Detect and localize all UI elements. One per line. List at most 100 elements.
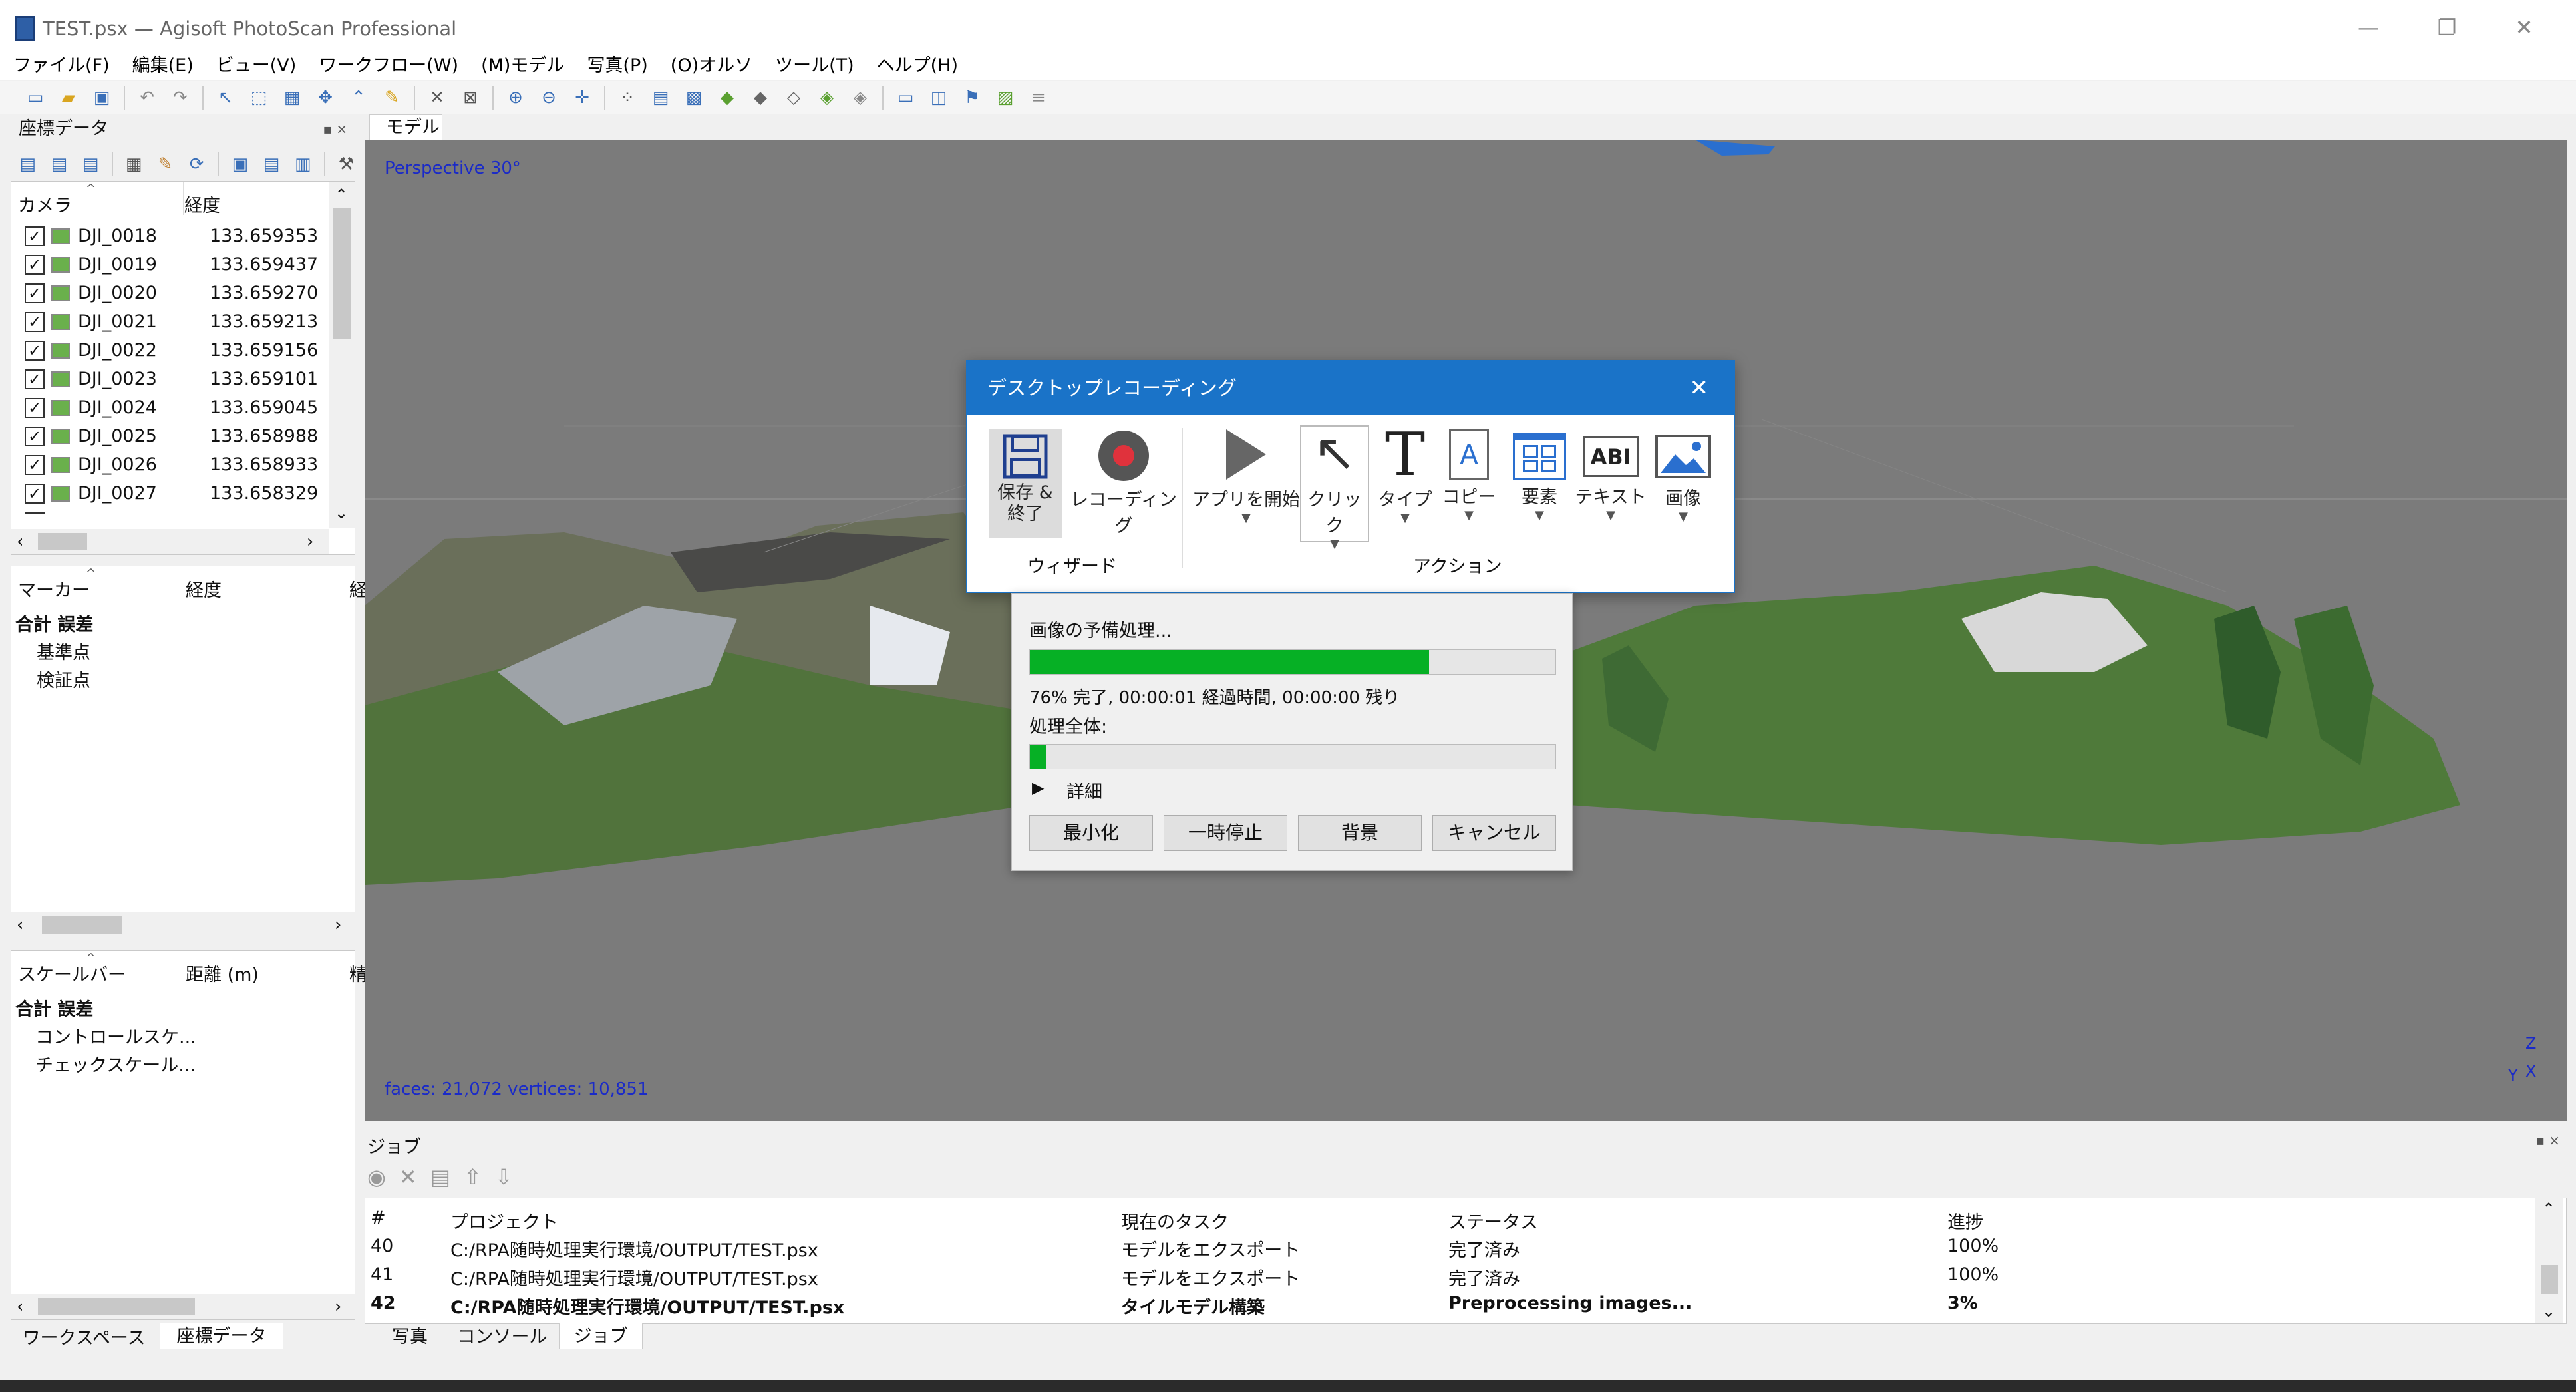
scalebar-group-control[interactable]: コントロールスケ...: [35, 1023, 196, 1049]
marker-group-check[interactable]: 検証点: [37, 666, 90, 692]
undo-icon[interactable]: ↶: [136, 87, 158, 109]
draw-icon[interactable]: ⌃: [347, 87, 370, 109]
markers-flag-icon[interactable]: ⚑: [961, 87, 983, 109]
action-start-app-button[interactable]: アプリを開始 ▼: [1190, 429, 1303, 525]
list-item[interactable]: ✓ DJI_0025 133.658988: [11, 422, 318, 450]
panel-float-close-icon[interactable]: ▪ ×: [2535, 1132, 2560, 1148]
menu-ortho[interactable]: (O)オルソ: [657, 52, 762, 80]
camera-hscrollbar[interactable]: ‹ ›: [11, 529, 329, 554]
view-estimated-icon[interactable]: ▤: [261, 153, 281, 176]
shaded-icon[interactable]: ◆: [716, 87, 738, 109]
scalebar-hscrollbar[interactable]: ‹ ›: [11, 1294, 355, 1319]
camera-vscrollbar[interactable]: ⌃ ⌄: [329, 182, 355, 528]
menu-photo[interactable]: 写真(P): [573, 52, 657, 80]
list-item[interactable]: ✓ DJI_0023 133.659101: [11, 365, 318, 393]
select-icon[interactable]: ↖: [214, 87, 237, 109]
menu-help[interactable]: ヘルプ(H): [864, 52, 967, 80]
list-item[interactable]: ✓ DJI_0021 133.659213: [11, 307, 318, 336]
camera-checkbox[interactable]: ✓: [25, 340, 45, 361]
camera-checkbox[interactable]: ✓: [25, 454, 45, 475]
mesh-icon[interactable]: ▩: [683, 87, 705, 109]
scroll-up-icon[interactable]: ⌃: [2542, 1200, 2555, 1218]
action-copy-button[interactable]: A コピー ▼: [1436, 429, 1502, 522]
zoom-in-icon[interactable]: ⊕: [504, 87, 527, 109]
list-item[interactable]: ✓ DJI_0028 133.658384: [11, 508, 318, 514]
list-item[interactable]: ✓ DJI_0026 133.658933: [11, 450, 318, 479]
minimize-button[interactable]: —: [2348, 15, 2388, 40]
settings-icon[interactable]: ⚒: [336, 153, 357, 176]
scroll-down-icon[interactable]: ⌄: [2542, 1302, 2555, 1321]
point-cloud-icon[interactable]: ⁘: [616, 87, 639, 109]
col-scalebar[interactable]: スケールバー: [18, 960, 126, 986]
grid-icon[interactable]: ≡: [1027, 87, 1050, 109]
pause-button[interactable]: 一時停止: [1164, 815, 1287, 851]
camera-checkbox[interactable]: ✓: [25, 226, 45, 246]
job-log-icon[interactable]: ▤: [430, 1164, 450, 1190]
camera-checkbox[interactable]: ✓: [25, 254, 45, 275]
wireframe-icon[interactable]: ◇: [782, 87, 805, 109]
camera-checkbox[interactable]: ✓: [25, 283, 45, 303]
menu-edit[interactable]: 編集(E): [119, 52, 203, 80]
dense-cloud-icon[interactable]: ▤: [649, 87, 672, 109]
menu-file[interactable]: ファイル(F): [0, 52, 119, 80]
textured-icon[interactable]: ◈: [816, 87, 838, 109]
tab-model[interactable]: モデル: [369, 114, 442, 141]
save-ref-icon[interactable]: ▤: [80, 153, 101, 176]
move-icon[interactable]: ✥: [314, 87, 337, 109]
update-icon[interactable]: ⟳: [186, 153, 207, 176]
action-text-button[interactable]: ABI テキスト ▼: [1574, 433, 1647, 522]
action-type-button[interactable]: T タイプ ▼: [1372, 425, 1438, 526]
scroll-thumb[interactable]: [2541, 1265, 2558, 1294]
move-up-icon[interactable]: ⇧: [464, 1164, 482, 1190]
action-image-button[interactable]: 画像 ▼: [1649, 433, 1718, 524]
col-marker-longitude[interactable]: 経度: [186, 576, 222, 602]
export-icon[interactable]: ▤: [49, 153, 69, 176]
cancel-button[interactable]: キャンセル: [1432, 815, 1556, 851]
scroll-thumb[interactable]: [333, 208, 351, 339]
tab-jobs[interactable]: ジョブ: [559, 1323, 643, 1349]
save-icon[interactable]: ▣: [90, 87, 113, 109]
crop-icon[interactable]: ⊠: [459, 87, 482, 109]
scalebar-group-check[interactable]: チェックスケール...: [35, 1051, 196, 1077]
panel-float-close-icon[interactable]: ▪ ×: [323, 114, 347, 144]
scroll-thumb[interactable]: [38, 1298, 195, 1315]
menu-tools[interactable]: ツール(T): [762, 52, 864, 80]
ruler-icon[interactable]: ✎: [381, 87, 403, 109]
list-item[interactable]: ✓ DJI_0019 133.659437: [11, 250, 318, 279]
shapes-icon[interactable]: ◫: [927, 87, 950, 109]
marker-hscrollbar[interactable]: ‹ ›: [11, 912, 355, 938]
camera-checkbox[interactable]: ✓: [25, 311, 45, 332]
background-button[interactable]: 背景: [1298, 815, 1422, 851]
cameras-icon[interactable]: ▭: [894, 87, 917, 109]
scroll-down-icon[interactable]: ⌄: [335, 504, 348, 522]
expand-triangle-icon[interactable]: ▶: [1032, 779, 1044, 797]
navigate-icon[interactable]: ✛: [571, 87, 593, 109]
menu-workflow[interactable]: ワークフロー(W): [305, 52, 468, 80]
import-icon[interactable]: ▤: [17, 153, 38, 176]
scroll-right-icon[interactable]: ›: [335, 1297, 341, 1317]
close-window-button[interactable]: ✕: [2504, 15, 2544, 40]
col-camera[interactable]: カメラ: [18, 191, 72, 217]
action-element-button[interactable]: 要素 ▼: [1505, 433, 1574, 522]
close-icon[interactable]: ✕: [1690, 361, 1709, 415]
jobs-vscrollbar[interactable]: ⌃ ⌄: [2535, 1198, 2563, 1323]
stop-icon[interactable]: ◉: [367, 1164, 386, 1190]
camera-checkbox[interactable]: ✓: [25, 512, 45, 514]
view-errors-icon[interactable]: ▥: [293, 153, 313, 176]
col-longitude[interactable]: 経度: [184, 191, 220, 217]
col-distance[interactable]: 距離 (m): [186, 960, 259, 986]
list-item[interactable]: ✓ DJI_0027 133.658329: [11, 479, 318, 508]
menu-view[interactable]: ビュー(V): [203, 52, 306, 80]
list-item[interactable]: ✓ DJI_0022 133.659156: [11, 336, 318, 365]
scroll-left-icon[interactable]: ‹: [17, 1297, 23, 1317]
camera-checkbox[interactable]: ✓: [25, 483, 45, 504]
scroll-left-icon[interactable]: ‹: [17, 915, 23, 935]
list-item[interactable]: ✓ DJI_0024 133.659045: [11, 393, 318, 422]
minimize-dialog-button[interactable]: 最小化: [1029, 815, 1153, 851]
solid-icon[interactable]: ◆: [749, 87, 772, 109]
calculator-icon[interactable]: ▦: [124, 153, 144, 176]
recording-button[interactable]: レコーディング: [1067, 429, 1180, 537]
marker-group-control[interactable]: 基準点: [37, 638, 90, 664]
restore-button[interactable]: ❐: [2427, 15, 2467, 40]
scroll-right-icon[interactable]: ›: [307, 532, 313, 552]
